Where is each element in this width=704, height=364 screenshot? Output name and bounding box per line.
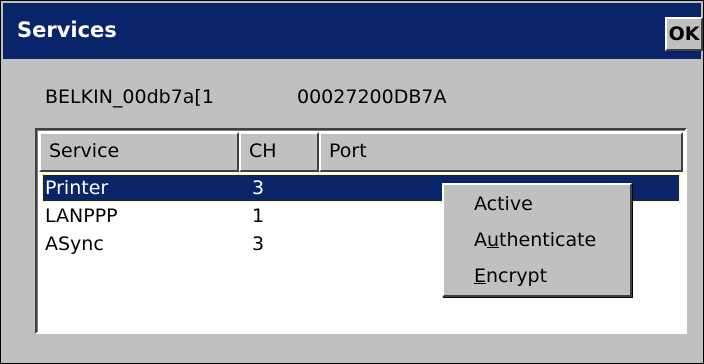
column-header-service[interactable]: Service xyxy=(39,132,239,172)
cell-ch: 1 xyxy=(252,205,265,227)
menu-item-label: Authenticate xyxy=(474,229,597,251)
menu-item-active[interactable]: Active xyxy=(474,191,533,217)
device-name: BELKIN_00db7a[1 xyxy=(45,86,214,108)
window-title: Services xyxy=(17,18,117,42)
menu-item-encrypt[interactable]: Encrypt xyxy=(474,263,547,289)
title-bar: Services xyxy=(3,3,701,59)
menu-item-label: Active xyxy=(474,193,533,215)
list-header: Service CH Port xyxy=(39,132,683,172)
column-header-ch[interactable]: CH xyxy=(239,132,319,172)
cell-service: LANPPP xyxy=(45,205,118,227)
cell-ch: 3 xyxy=(252,233,265,255)
ok-button[interactable]: OK xyxy=(665,17,703,51)
cell-ch: 3 xyxy=(252,177,265,199)
cell-service: ASync xyxy=(45,233,104,255)
menu-item-authenticate[interactable]: Authenticate xyxy=(474,227,596,253)
column-header-port[interactable]: Port xyxy=(319,132,683,172)
context-menu: Active Authenticate Encrypt xyxy=(442,183,632,297)
services-dialog: Services OK BELKIN_00db7a[1 00027200DB7A… xyxy=(0,0,704,364)
device-address: 00027200DB7A xyxy=(297,86,447,108)
cell-service: Printer xyxy=(45,177,109,199)
menu-item-label: Encrypt xyxy=(474,265,548,287)
